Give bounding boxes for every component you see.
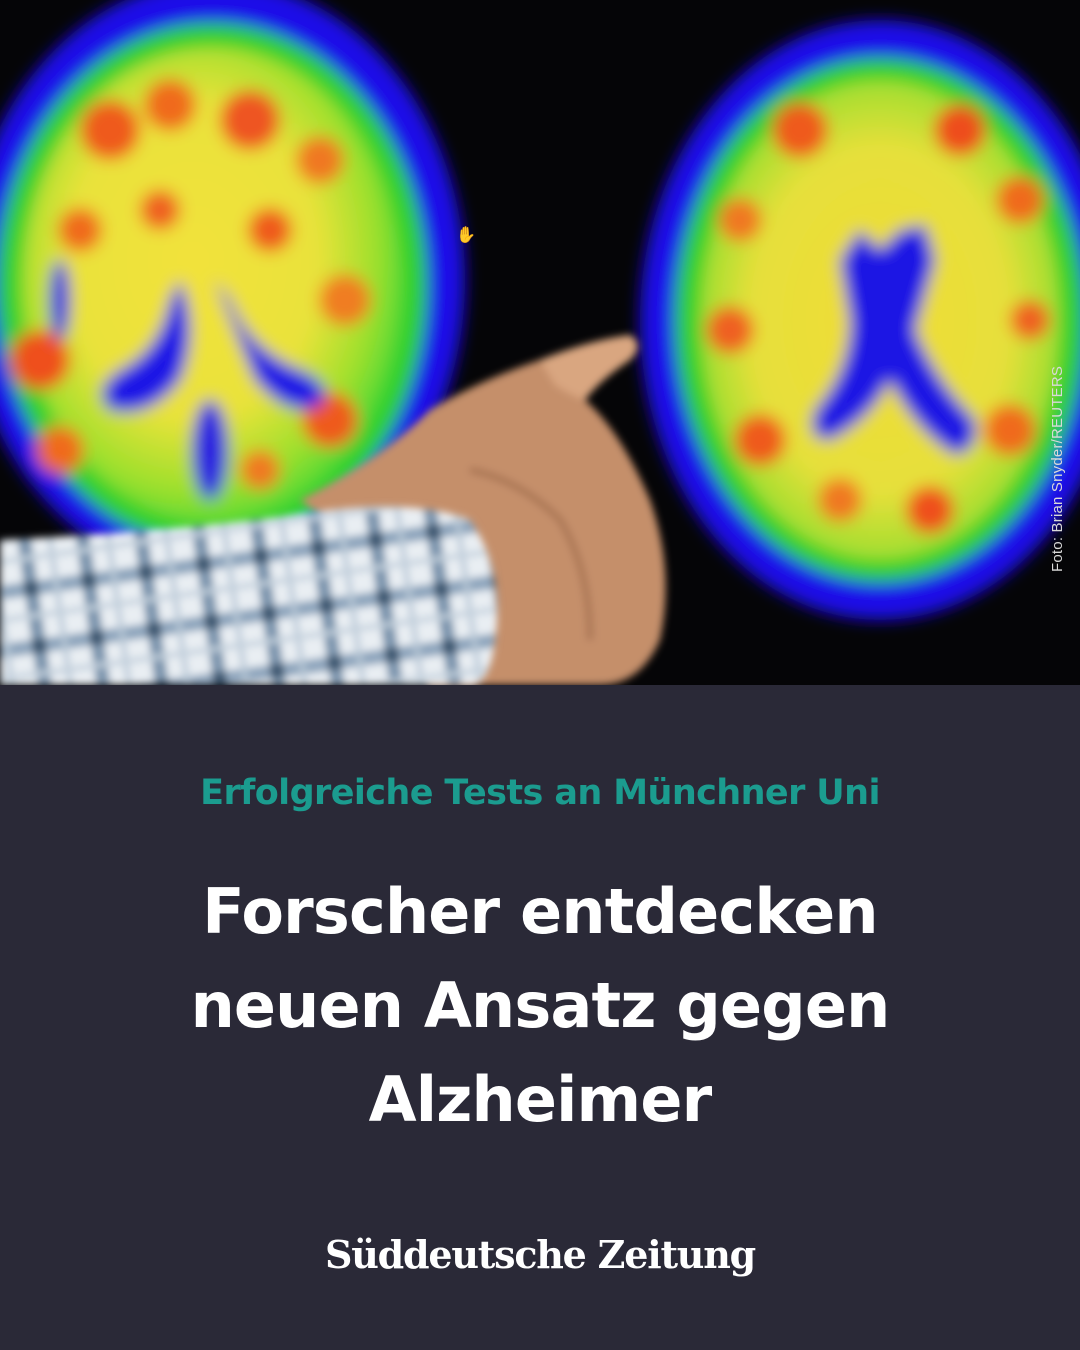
brain-scan-photo: ✋ Foto: Brian Snyder/REUTERS — [0, 0, 1080, 685]
post-card: ✋ Foto: Brian Snyder/REUTERS Erfolgreich… — [0, 0, 1080, 1350]
headline-line-2: neuen Ansatz gegen — [190, 969, 891, 1042]
headline-line-3: Alzheimer — [368, 1063, 713, 1136]
cursor-icon: ✋ — [456, 225, 476, 244]
photo-credit: Foto: Brian Snyder/REUTERS — [1049, 365, 1066, 572]
kicker: Erfolgreiche Tests an Münchner Uni — [200, 773, 880, 813]
headline: Forscher entdecken neuen Ansatz gegen Al… — [60, 865, 1020, 1147]
sz-logo: Süddeutsche Zeitung — [324, 1232, 756, 1277]
headline-line-1: Forscher entdecken — [202, 875, 878, 948]
